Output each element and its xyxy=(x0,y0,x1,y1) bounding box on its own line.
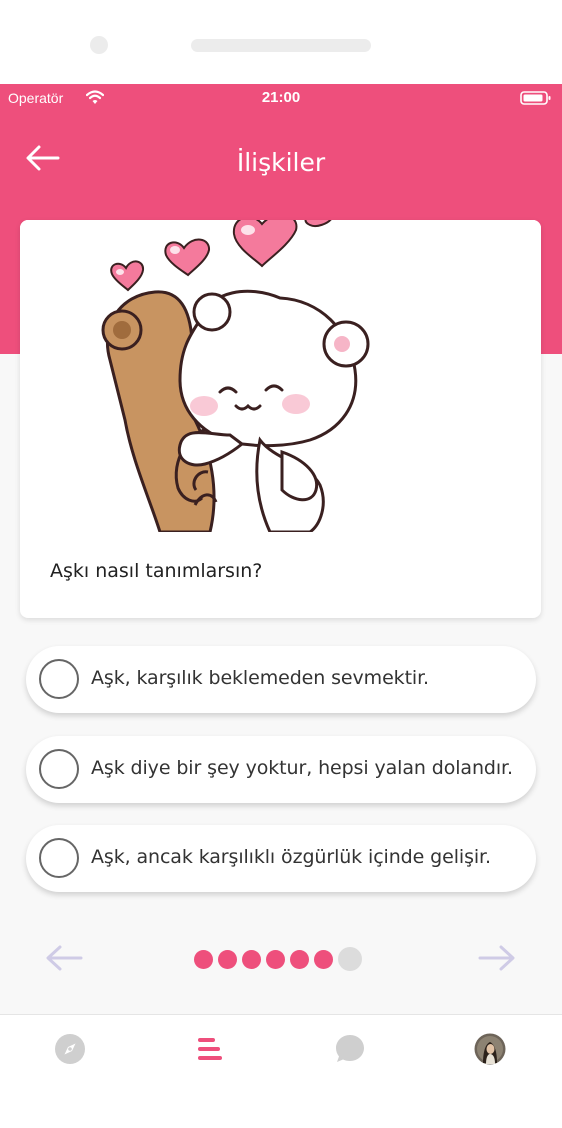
device-bezel xyxy=(0,0,562,84)
page-dot xyxy=(194,949,213,969)
battery-icon xyxy=(520,91,551,105)
page-dot xyxy=(218,949,237,969)
tab-bar xyxy=(0,1014,562,1128)
answer-label: Aşk, karşılık beklemeden sevmektir. xyxy=(91,667,429,689)
answer-option-2[interactable]: Aşk diye bir şey yoktur, hepsi yalan dol… xyxy=(26,736,536,803)
page-dot xyxy=(338,947,362,971)
app-screen: Operatör 21:00 İlişkiler Aşkı nasıl tanı… xyxy=(0,84,562,1128)
list-icon[interactable] xyxy=(194,1033,226,1065)
page-title: İlişkiler xyxy=(236,148,326,177)
page-dot xyxy=(242,949,261,969)
page-dot xyxy=(314,949,333,969)
compass-icon[interactable] xyxy=(54,1033,86,1065)
question-card: Aşkı nasıl tanımlarsın? xyxy=(20,220,541,618)
question-text: Aşkı nasıl tanımlarsın? xyxy=(50,560,263,582)
page-dot xyxy=(290,949,309,969)
profile-avatar-icon[interactable] xyxy=(474,1033,506,1065)
page-indicator xyxy=(194,947,367,971)
arrow-left-icon[interactable] xyxy=(44,942,84,974)
chat-bubble-icon[interactable] xyxy=(334,1033,366,1065)
status-time: 21:00 xyxy=(261,89,301,106)
front-camera xyxy=(90,36,108,54)
hugging-bears-image xyxy=(20,220,541,532)
answer-option-1[interactable]: Aşk, karşılık beklemeden sevmektir. xyxy=(26,646,536,713)
radio-button[interactable] xyxy=(39,838,79,878)
speaker-grille xyxy=(191,39,371,52)
arrow-right-icon[interactable] xyxy=(477,942,517,974)
answer-label: Aşk, ancak karşılıklı özgürlük içinde ge… xyxy=(91,846,491,868)
answer-label: Aşk diye bir şey yoktur, hepsi yalan dol… xyxy=(91,757,513,779)
page-dot xyxy=(266,949,285,969)
radio-button[interactable] xyxy=(39,749,79,789)
answer-option-3[interactable]: Aşk, ancak karşılıklı özgürlük içinde ge… xyxy=(26,825,536,892)
status-bar: Operatör 21:00 xyxy=(0,84,562,114)
radio-button[interactable] xyxy=(39,659,79,699)
